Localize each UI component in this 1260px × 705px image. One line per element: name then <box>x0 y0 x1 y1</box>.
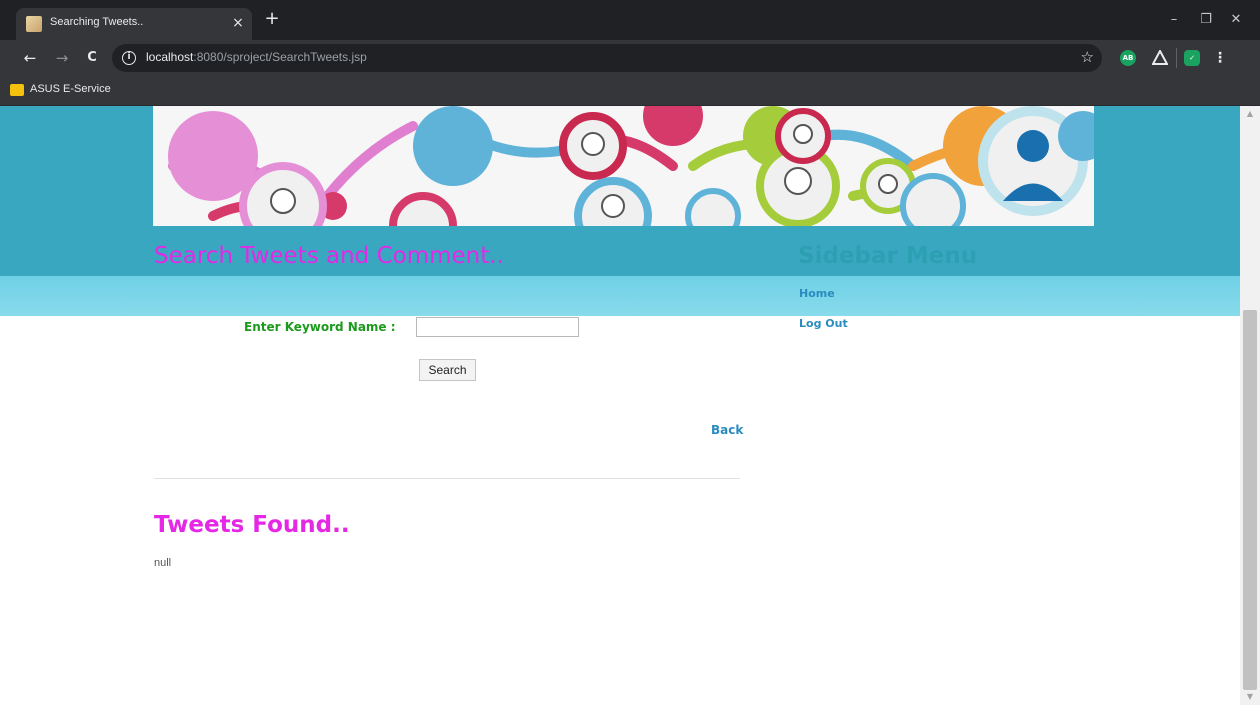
url-text: localhost:8080/sproject/SearchTweets.jsp <box>146 50 367 64</box>
browser-tab[interactable]: Searching Tweets.. × <box>16 8 252 40</box>
favicon-icon <box>26 16 42 32</box>
results-text: null <box>154 557 172 569</box>
reload-icon[interactable]: C <box>82 48 102 68</box>
scroll-up-icon[interactable]: ▲ <box>1240 106 1260 122</box>
scroll-thumb[interactable] <box>1243 310 1257 690</box>
bookmark-star-icon[interactable]: ☆ <box>1081 48 1094 66</box>
restore-icon[interactable]: ❐ <box>1196 10 1216 30</box>
close-tab-icon[interactable]: × <box>230 14 246 32</box>
bookmark-asus-eservice[interactable]: ASUS E-Service <box>30 83 111 95</box>
toolbar-divider <box>1176 48 1177 68</box>
minimize-icon[interactable]: – <box>1164 10 1184 30</box>
search-button[interactable]: Search <box>419 359 476 381</box>
back-link[interactable]: Back <box>711 423 743 437</box>
browser-tab-bar: Searching Tweets.. × + – ❐ ✕ <box>0 0 1260 40</box>
header-banner-image <box>153 106 1094 226</box>
page-scrollbar[interactable]: ▲ ▼ <box>1240 106 1260 705</box>
extension-ab-icon[interactable]: AB <box>1120 50 1136 66</box>
content-divider <box>154 478 740 479</box>
keyword-label: Enter Keyword Name : <box>244 320 396 334</box>
forward-arrow-icon[interactable]: → <box>52 48 72 68</box>
results-title: Tweets Found.. <box>154 512 350 538</box>
url-bar[interactable]: i localhost:8080/sproject/SearchTweets.j… <box>112 44 1102 72</box>
tab-title: Searching Tweets.. <box>50 16 144 28</box>
window-close-icon[interactable]: ✕ <box>1226 10 1246 30</box>
keyword-input[interactable] <box>416 317 579 337</box>
sidebar-title: Sidebar Menu <box>798 243 978 269</box>
back-arrow-icon[interactable]: ← <box>20 48 40 68</box>
scroll-down-icon[interactable]: ▼ <box>1240 689 1260 705</box>
bookmarks-bar: ASUS E-Service <box>0 76 1260 106</box>
bookmark-folder-icon <box>10 84 24 96</box>
social-network-illustration <box>153 106 1094 226</box>
extension-drive-icon[interactable] <box>1151 48 1169 66</box>
header-strip <box>0 276 1240 316</box>
page-viewport: Search Tweets and Comment.. Enter Keywor… <box>0 106 1240 705</box>
new-tab-icon[interactable]: + <box>264 10 280 30</box>
info-icon[interactable]: i <box>122 51 136 65</box>
sidebar-item-home[interactable]: Home <box>799 287 835 300</box>
shield-check-icon[interactable]: ✓ <box>1184 50 1200 66</box>
menu-kebab-icon[interactable]: ⋮ <box>1212 50 1228 66</box>
sidebar-item-logout[interactable]: Log Out <box>799 317 848 330</box>
page-title: Search Tweets and Comment.. <box>154 243 504 269</box>
